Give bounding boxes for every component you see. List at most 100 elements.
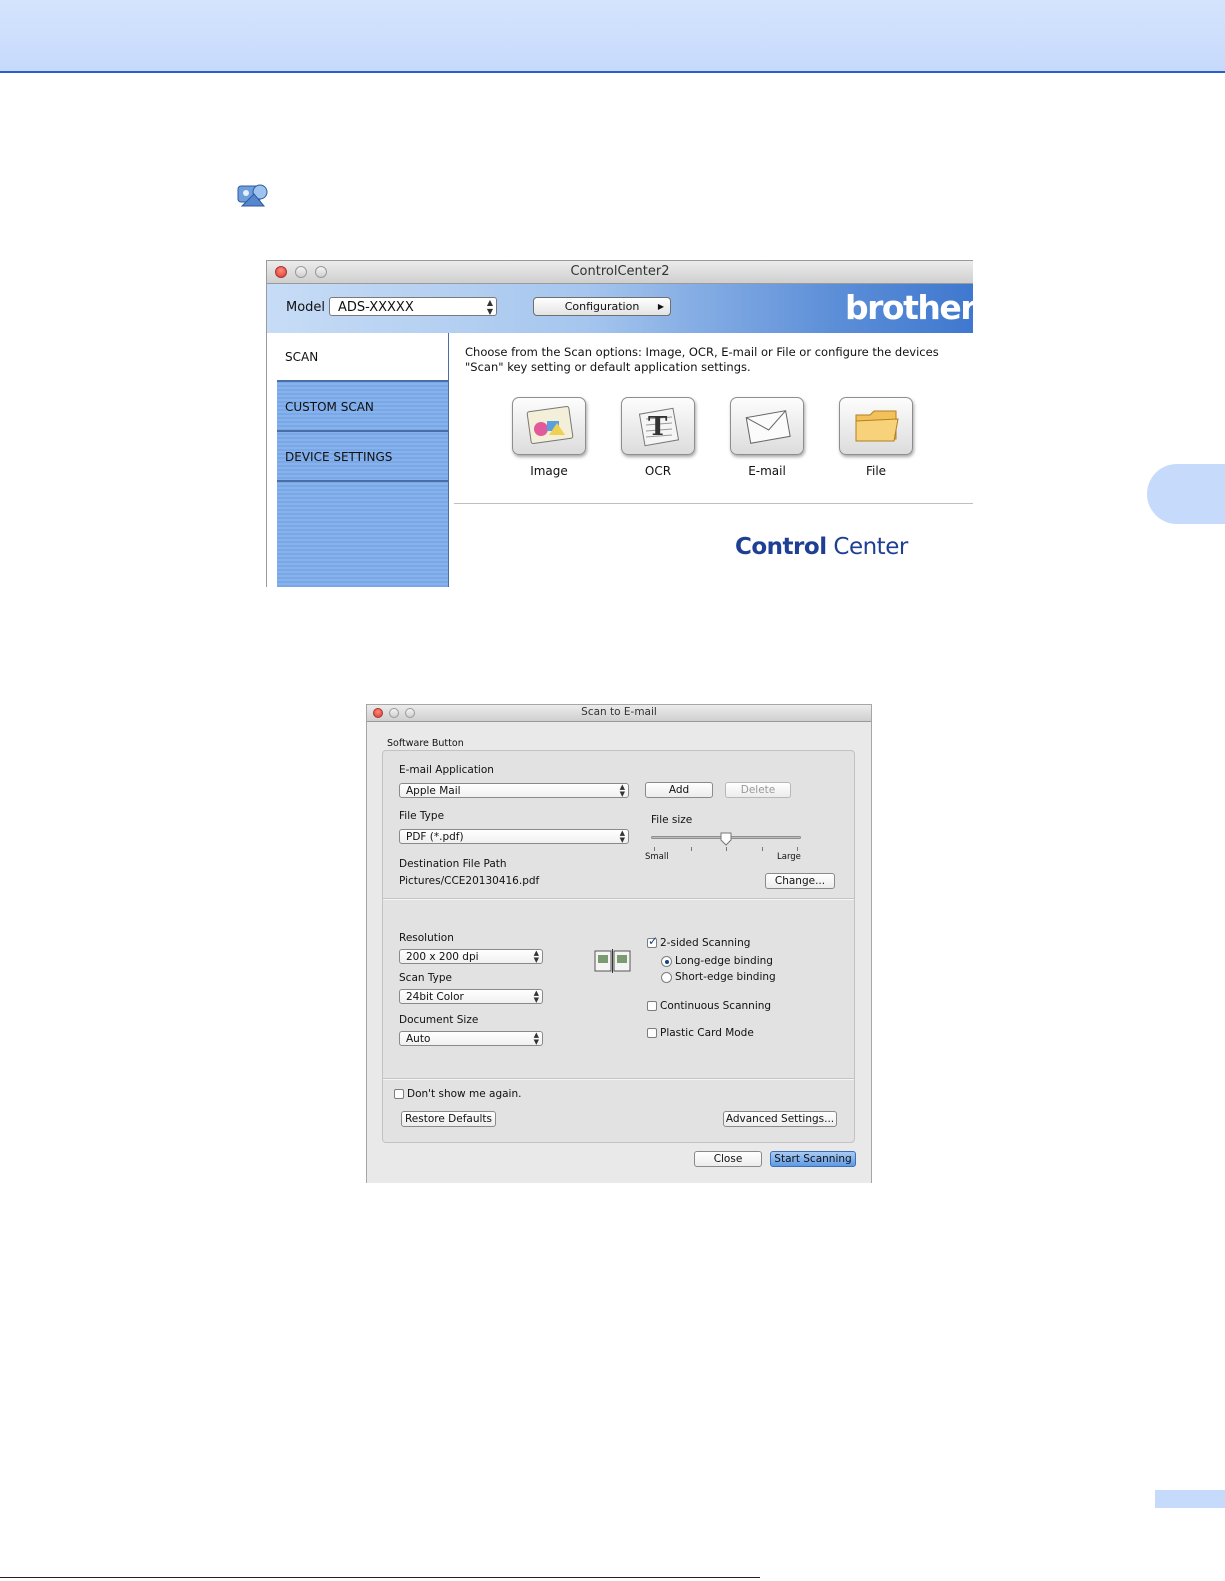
envelope-icon (745, 410, 791, 444)
scan-type-label: Scan Type (399, 972, 452, 984)
long-edge-label: Long-edge binding (675, 955, 773, 967)
controlcenter-window: ControlCenter2 Model ADS-XXXXX ▲ ▼ Config… (266, 260, 973, 587)
add-button[interactable]: Add (645, 782, 713, 798)
controlcenter-sidebar: SCAN CUSTOM SCAN DEVICE SETTINGS (277, 333, 449, 587)
logo-center: Center (826, 534, 908, 560)
file-type-select[interactable]: PDF (*.pdf) ▲ ▼ (399, 829, 629, 844)
document-size-value: Auto (406, 1033, 431, 1045)
scan-type-value: 24bit Color (406, 991, 464, 1003)
short-edge-label: Short-edge binding (675, 971, 776, 983)
long-edge-radio[interactable] (661, 956, 672, 967)
sidebar-item-scan[interactable]: SCAN (277, 333, 448, 382)
slider-tick (762, 847, 763, 851)
email-app-label: E-mail Application (399, 764, 494, 776)
advanced-settings-button[interactable]: Advanced Settings... (723, 1111, 837, 1127)
plastic-card-label: Plastic Card Mode (660, 1027, 754, 1039)
model-value: ADS-XXXXX (338, 300, 414, 315)
controlcenter-toolbar: Model ADS-XXXXX ▲ ▼ Configuration ▶ broth… (267, 284, 973, 333)
restore-defaults-button[interactable]: Restore Defaults (401, 1111, 496, 1127)
chapter-tab (1147, 464, 1225, 524)
file-size-min-label: Small (645, 852, 669, 862)
short-edge-radio[interactable] (661, 972, 672, 983)
email-app-value: Apple Mail (406, 785, 461, 797)
file-size-max-label: Large (777, 852, 801, 862)
document-size-select[interactable]: Auto ▲ ▼ (399, 1031, 543, 1046)
plastic-card-checkbox[interactable] (647, 1028, 657, 1038)
controlcenter-app-icon (237, 184, 268, 207)
software-button-group (382, 750, 855, 1143)
sidebar-item-device-settings[interactable]: DEVICE SETTINGS (277, 433, 448, 482)
svg-text:T: T (648, 412, 668, 442)
change-button[interactable]: Change... (765, 873, 835, 889)
scan-ocr-label: OCR (644, 464, 672, 478)
scan-description-line1: Choose from the Scan options: Image, OCR… (465, 345, 939, 359)
resolution-select[interactable]: 200 x 200 dpi ▲ ▼ (399, 949, 543, 964)
slider-tick (654, 847, 655, 851)
updown-arrows-icon: ▲ ▼ (533, 949, 539, 964)
slider-tick (797, 847, 798, 851)
updown-arrows-icon: ▲ ▼ (486, 298, 493, 316)
scan-ocr-button[interactable]: T (621, 397, 695, 455)
sidebar-item-custom-scan[interactable]: CUSTOM SCAN (277, 383, 448, 432)
scan-image-label: Image (530, 464, 568, 478)
group-label: Software Button (387, 738, 464, 749)
brother-logo: brother (845, 288, 973, 327)
scan-file-button[interactable] (839, 397, 913, 455)
page-footer-rule (0, 1577, 760, 1578)
file-type-label: File Type (399, 810, 445, 822)
duplex-scan-icon (594, 949, 631, 973)
dialog-titlebar: Scan to E-mail (367, 705, 871, 722)
updown-arrows-icon: ▲ ▼ (619, 783, 625, 798)
updown-arrows-icon: ▲ ▼ (533, 989, 539, 1004)
close-button[interactable]: Close (694, 1151, 762, 1167)
resolution-label: Resolution (399, 932, 454, 944)
configuration-button[interactable]: Configuration ▶ (533, 297, 671, 316)
scan-file-label: File (865, 464, 887, 478)
updown-arrows-icon: ▲ ▼ (619, 829, 625, 844)
dialog-title: Scan to E-mail (581, 706, 657, 718)
dont-show-checkbox[interactable] (394, 1089, 404, 1099)
two-sided-label: 2-sided Scanning (660, 937, 751, 949)
continuous-scanning-label: Continuous Scanning (660, 1000, 772, 1012)
group-separator (383, 898, 854, 900)
page-header-band (0, 0, 1225, 73)
slider-tick (691, 847, 692, 851)
file-size-label: File size (651, 814, 693, 826)
scan-image-button[interactable] (512, 397, 586, 455)
group-separator (383, 1078, 854, 1080)
image-icon (526, 405, 574, 445)
resolution-value: 200 x 200 dpi (406, 951, 479, 963)
scan-type-select[interactable]: 24bit Color ▲ ▼ (399, 989, 543, 1004)
delete-button[interactable]: Delete (725, 782, 791, 798)
folder-icon (855, 410, 899, 442)
scan-description-line2: "Scan" key setting or default applicatio… (465, 360, 751, 374)
scan-description: Choose from the Scan options: Image, OCR… (465, 345, 965, 375)
scan-to-email-dialog: Scan to E-mail Software Button E-mail Ap… (366, 704, 872, 1183)
scan-email-button[interactable] (730, 397, 804, 455)
panel-divider (454, 503, 973, 504)
scan-panel: Choose from the Scan options: Image, OCR… (454, 333, 973, 587)
dest-path-label: Destination File Path (399, 858, 507, 870)
start-scanning-button[interactable]: Start Scanning (770, 1151, 856, 1167)
file-type-value: PDF (*.pdf) (406, 831, 464, 843)
slider-tick (726, 847, 727, 851)
logo-control: Control (735, 534, 827, 560)
model-select[interactable]: ADS-XXXXX ▲ ▼ (329, 297, 497, 316)
model-label: Model (286, 300, 326, 315)
file-size-slider-thumb[interactable] (720, 832, 732, 846)
ocr-icon: T (638, 407, 680, 447)
email-app-select[interactable]: Apple Mail ▲ ▼ (399, 783, 629, 798)
configuration-label: Configuration (564, 300, 640, 313)
triangle-right-icon: ▶ (657, 302, 664, 311)
dont-show-label: Don't show me again. (407, 1088, 522, 1100)
window-title: ControlCenter2 (570, 264, 670, 279)
dest-path-value: Pictures/CCE20130416.pdf (399, 875, 540, 887)
controlcenter-logo: Control Center (735, 534, 908, 560)
two-sided-checkbox[interactable] (647, 934, 658, 948)
updown-arrows-icon: ▲ ▼ (533, 1031, 539, 1046)
window-titlebar: ControlCenter2 (267, 261, 973, 284)
page-number-tab (1155, 1490, 1225, 1508)
document-size-label: Document Size (399, 1014, 479, 1026)
scan-email-label: E-mail (748, 464, 786, 478)
continuous-scanning-checkbox[interactable] (647, 1001, 657, 1011)
